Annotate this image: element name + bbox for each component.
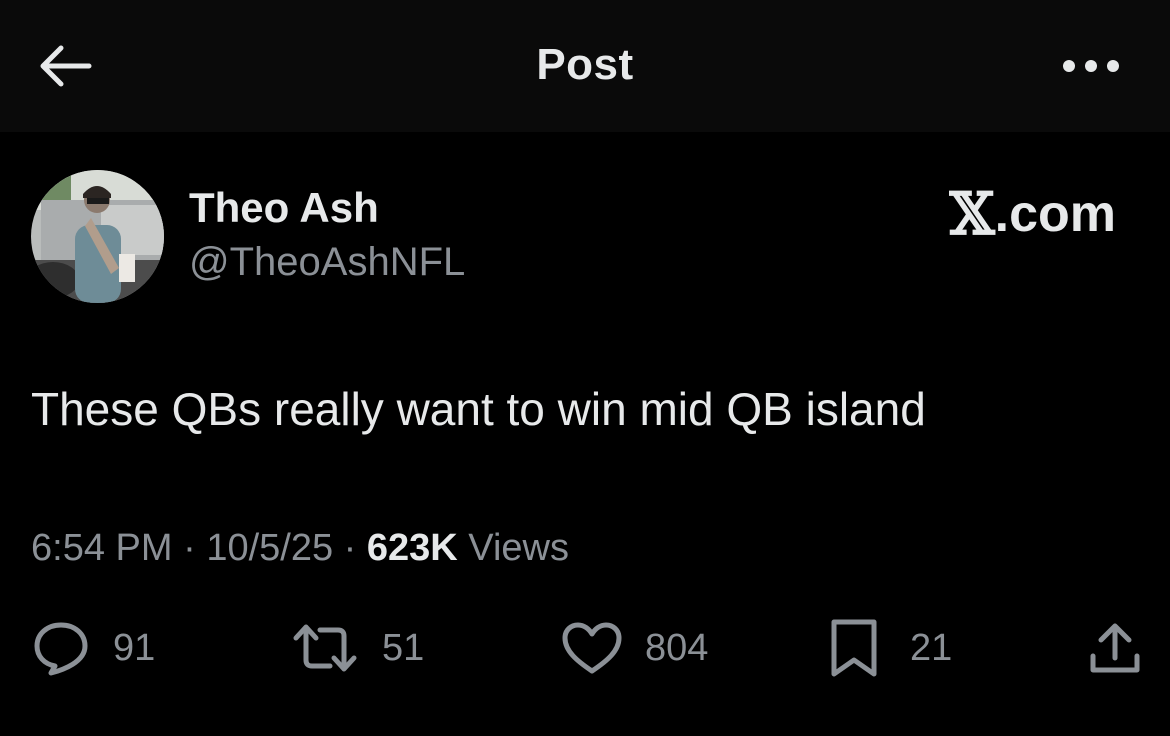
post-date[interactable]: 10/5/25 bbox=[206, 527, 333, 569]
like-button[interactable]: 804 bbox=[561, 618, 708, 678]
repost-count: 51 bbox=[382, 626, 425, 669]
reply-button[interactable]: 91 bbox=[31, 618, 155, 678]
bookmark-icon bbox=[830, 618, 878, 678]
post-time[interactable]: 6:54 PM bbox=[31, 527, 173, 569]
reply-count: 91 bbox=[113, 626, 156, 669]
heart-icon bbox=[561, 621, 623, 675]
repost-icon bbox=[292, 622, 358, 674]
x-logo-icon: 𝕏 bbox=[949, 180, 995, 248]
brand-watermark: 𝕏 .com bbox=[950, 180, 1116, 248]
share-icon bbox=[1087, 620, 1143, 676]
share-button[interactable] bbox=[1087, 618, 1143, 678]
reply-icon bbox=[31, 620, 91, 676]
author-handle[interactable]: @TheoAshNFL bbox=[189, 240, 465, 285]
top-bar: Post bbox=[0, 0, 1170, 132]
post-text: These QBs really want to win mid QB isla… bbox=[31, 383, 926, 435]
repost-button[interactable]: 51 bbox=[292, 618, 424, 678]
brand-domain: .com bbox=[994, 185, 1116, 243]
page-title: Post bbox=[536, 40, 634, 89]
more-horizontal-icon bbox=[1061, 59, 1121, 73]
bookmark-button[interactable]: 21 bbox=[830, 618, 952, 678]
meta-separator: · bbox=[183, 527, 196, 569]
more-options-button[interactable] bbox=[1056, 46, 1126, 86]
like-count: 804 bbox=[645, 626, 709, 669]
views-label: Views bbox=[468, 527, 569, 569]
views-count[interactable]: 623K bbox=[367, 527, 458, 569]
post-meta: 6:54 PM · 10/5/25 · 623K Views bbox=[31, 527, 569, 570]
meta-separator: · bbox=[343, 527, 357, 569]
avatar[interactable] bbox=[31, 170, 164, 303]
author-display-name[interactable]: Theo Ash bbox=[189, 184, 379, 232]
bookmark-count: 21 bbox=[910, 626, 953, 669]
